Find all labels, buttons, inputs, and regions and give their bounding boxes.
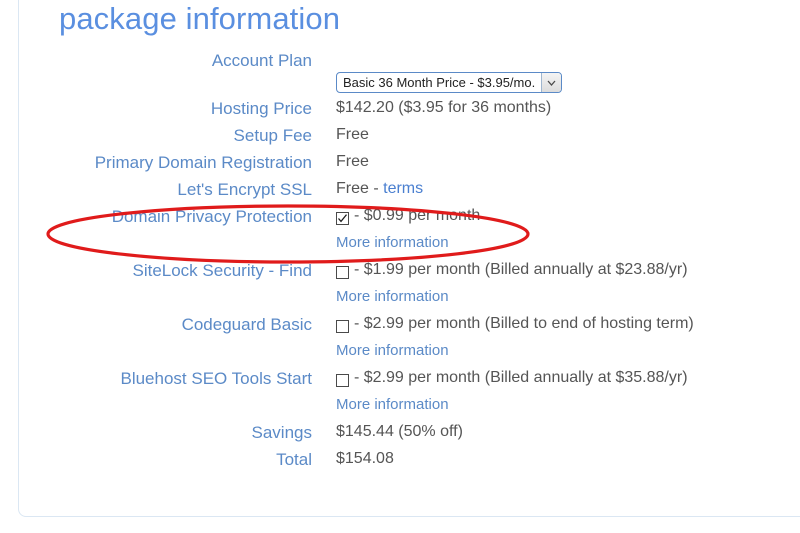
row-hosting-price: Hosting Price $142.20 ($3.95 for 36 mont… (19, 99, 800, 126)
ssl-value-text: Free - (336, 180, 383, 197)
row-codeguard-basic: Codeguard Basic - $2.99 per month (Bille… (19, 315, 800, 342)
row-sitelock-security: SiteLock Security - Find - $1.99 per mon… (19, 261, 800, 288)
sitelock-more-information-link[interactable]: More information (336, 288, 449, 305)
row-bluehost-seo-more-info: More information (19, 396, 800, 423)
sitelock-security-label: SiteLock Security - Find (19, 261, 312, 281)
row-codeguard-more-info: More information (19, 342, 800, 369)
lets-encrypt-ssl-value: Free - terms (336, 180, 423, 198)
row-bluehost-seo-tools: Bluehost SEO Tools Start - $2.99 per mon… (19, 369, 800, 396)
package-information-form: Account Plan Basic 36 Month Price - $3.9… (19, 51, 800, 477)
ssl-terms-link[interactable]: terms (383, 180, 423, 197)
account-plan-selected-value: Basic 36 Month Price - $3.95/mo. (337, 73, 541, 92)
account-plan-label: Account Plan (19, 51, 312, 71)
domain-privacy-protection-label: Domain Privacy Protection (19, 207, 312, 227)
package-information-panel: package information Account Plan Basic 3… (18, 0, 800, 517)
row-domain-privacy-more-info: More information (19, 234, 800, 261)
total-label: Total (19, 450, 312, 470)
total-value: $154.08 (336, 450, 394, 468)
row-primary-domain-registration: Primary Domain Registration Free (19, 153, 800, 180)
row-lets-encrypt-ssl: Let's Encrypt SSL Free - terms (19, 180, 800, 207)
row-setup-fee: Setup Fee Free (19, 126, 800, 153)
account-plan-select[interactable]: Basic 36 Month Price - $3.95/mo. (336, 72, 562, 93)
savings-label: Savings (19, 423, 312, 443)
bluehost-seo-more-information-link[interactable]: More information (336, 396, 449, 413)
row-sitelock-more-info: More information (19, 288, 800, 315)
page-title: package information (59, 1, 340, 37)
hosting-price-value: $142.20 ($3.95 for 36 months) (336, 99, 551, 117)
bluehost-seo-tools-checkbox[interactable] (336, 374, 349, 387)
domain-privacy-protection-value: - $0.99 per month (354, 207, 480, 225)
setup-fee-label: Setup Fee (19, 126, 312, 146)
chevron-down-icon[interactable] (541, 73, 561, 92)
sitelock-security-value: - $1.99 per month (Billed annually at $2… (354, 261, 688, 279)
codeguard-basic-label: Codeguard Basic (19, 315, 312, 335)
domain-privacy-more-information-link[interactable]: More information (336, 234, 449, 251)
setup-fee-value: Free (336, 126, 369, 144)
codeguard-basic-value: - $2.99 per month (Billed to end of host… (354, 315, 694, 333)
row-account-plan: Account Plan Basic 36 Month Price - $3.9… (19, 51, 800, 99)
hosting-price-label: Hosting Price (19, 99, 312, 119)
bluehost-seo-tools-label: Bluehost SEO Tools Start (19, 369, 312, 389)
primary-domain-registration-value: Free (336, 153, 369, 171)
row-domain-privacy-protection: Domain Privacy Protection - $0.99 per mo… (19, 207, 800, 234)
bluehost-seo-tools-value: - $2.99 per month (Billed annually at $3… (354, 369, 688, 387)
sitelock-security-checkbox[interactable] (336, 266, 349, 279)
codeguard-more-information-link[interactable]: More information (336, 342, 449, 359)
domain-privacy-protection-checkbox[interactable] (336, 212, 349, 225)
codeguard-basic-checkbox[interactable] (336, 320, 349, 333)
row-total: Total $154.08 (19, 450, 800, 477)
savings-value: $145.44 (50% off) (336, 423, 463, 441)
row-savings: Savings $145.44 (50% off) (19, 423, 800, 450)
lets-encrypt-ssl-label: Let's Encrypt SSL (19, 180, 312, 200)
primary-domain-registration-label: Primary Domain Registration (19, 153, 312, 173)
